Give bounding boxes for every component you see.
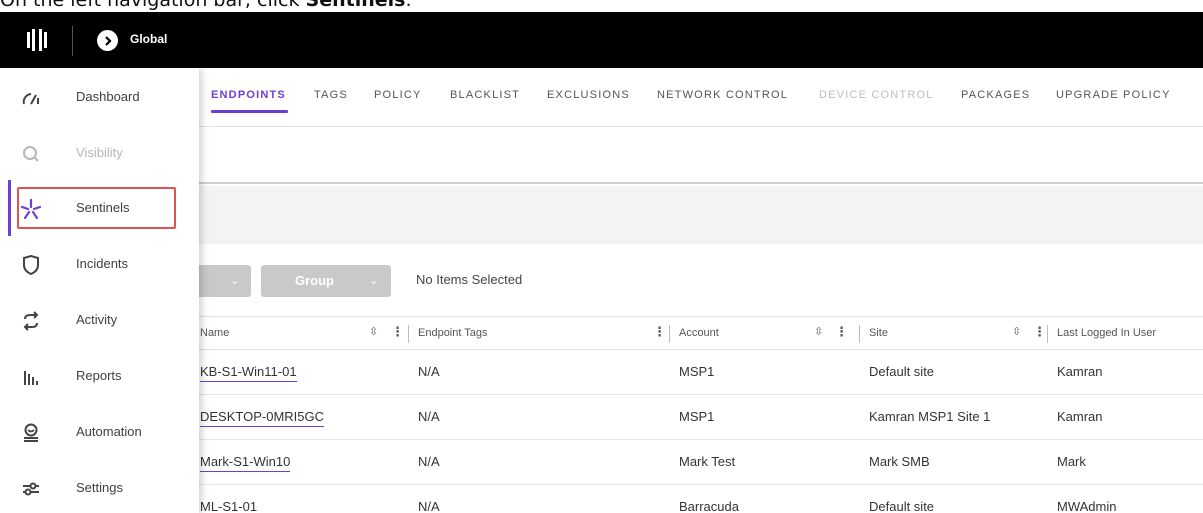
endpoint-tags-cell: N/A [418,409,440,424]
actions-dropdown[interactable]: ⌄ [199,265,251,297]
endpoint-name-link[interactable]: ML-S1-01 [200,499,257,513]
column-divider[interactable] [408,325,409,343]
endpoint-name-link[interactable]: DESKTOP-0MRI5GC [200,409,325,427]
sidebar-item-visibility[interactable]: Visibility [0,125,199,181]
sidebar-item-dashboard[interactable]: Dashboard [0,69,199,125]
tab-packages[interactable]: PACKAGES [961,89,1030,101]
column-header-last-logged-in-user[interactable]: Last Logged In User [1057,327,1156,339]
scope-label[interactable]: Global [130,32,167,46]
active-indicator [8,180,11,236]
group-label: Group [295,273,334,288]
column-menu-icon[interactable]: ⋮ [1033,324,1046,340]
account-cell: Mark Test [679,454,736,469]
sidebar-item-reports[interactable]: Reports [0,348,199,404]
magnifier-icon [20,143,42,165]
sliders-icon [20,478,42,500]
table-row[interactable]: Mark-S1-Win10 N/A Mark Test Mark SMB Mar… [199,440,1203,485]
tab-network-control[interactable]: NETWORK CONTROL [657,89,788,101]
callout-highlight-box [17,187,176,229]
table-row[interactable]: ML-S1-01 N/A Barracuda Default site MWAd… [199,485,1203,513]
sidebar-item-automation[interactable]: Automation [0,404,199,460]
column-menu-icon[interactable]: ⋮ [835,324,848,340]
active-tab-underline [211,110,288,113]
shield-icon [20,254,42,276]
top-bar: Global [0,12,1203,68]
endpoint-name-link[interactable]: KB-S1-Win11-01 [200,364,297,382]
sidebar-item-label: Automation [76,424,142,439]
sidebar-item-settings[interactable]: Settings [0,460,199,513]
gauge-icon [20,87,42,109]
column-menu-icon[interactable]: ⋮ [391,324,404,340]
filter-area [199,127,1203,184]
tab-blacklist[interactable]: BLACKLIST [450,89,520,101]
tab-policy[interactable]: POLICY [374,89,422,101]
sentinels-tabs: ENDPOINTS TAGS POLICY BLACKLIST EXCLUSIO… [199,68,1203,127]
endpoint-tags-cell: N/A [418,499,440,513]
column-divider[interactable] [669,325,670,343]
account-cell: MSP1 [679,409,715,424]
left-navigation: Dashboard Visibility Sentinels Incidents [0,68,199,513]
sidebar-item-incidents[interactable]: Incidents [0,236,199,292]
topbar-divider [72,26,73,56]
site-cell: Default site [869,364,935,379]
bar-chart-icon [20,366,42,388]
last-user-cell: Kamran [1057,409,1103,424]
column-header-account[interactable]: Account [679,327,719,339]
sort-icon[interactable]: ⇳ [369,325,378,338]
sidebar-item-label: Activity [76,312,118,327]
last-user-cell: MWAdmin [1057,499,1117,513]
site-cell: Default site [869,499,935,513]
arrows-icon [20,310,42,332]
column-divider[interactable] [859,325,860,343]
sidebar-item-label: Reports [76,368,122,383]
chevron-down-icon: ⌄ [369,275,379,287]
tab-endpoints[interactable]: ENDPOINTS [211,89,286,101]
last-user-cell: Mark [1057,454,1086,469]
table-header: Name ⇳ ⋮ Endpoint Tags ⋮ Account ⇳ ⋮ Sit… [199,316,1203,350]
site-cell: Kamran MSP1 Site 1 [869,409,991,424]
endpoint-name-link[interactable]: Mark-S1-Win10 [200,454,291,472]
instruction-caption: On the left navigation bar, click Sentin… [0,0,1203,12]
site-cell: Mark SMB [869,454,930,469]
summary-band [199,186,1203,244]
sidebar-item-label: Dashboard [76,89,140,104]
account-cell: Barracuda [679,499,739,513]
endpoint-tags-cell: N/A [418,454,440,469]
sidebar-item-activity[interactable]: Activity [0,292,199,348]
account-cell: MSP1 [679,364,715,379]
chevron-right-icon [104,35,112,46]
tab-exclusions[interactable]: EXCLUSIONS [547,89,630,101]
scope-expand-button[interactable] [97,30,118,51]
sort-icon[interactable]: ⇳ [814,325,823,338]
sidebar-item-label: Visibility [76,145,123,160]
table-row[interactable]: KB-S1-Win11-01 N/A MSP1 Default site Kam… [199,350,1203,395]
group-dropdown[interactable]: Group ⌄ [261,265,391,297]
tab-upgrade-policy[interactable]: UPGRADE POLICY [1056,89,1171,101]
endpoint-tags-cell: N/A [418,364,440,379]
column-divider[interactable] [1047,325,1048,343]
sidebar-item-label: Settings [76,480,123,495]
column-header-name[interactable]: Name [200,327,229,339]
table-toolbar: ⌄ Group ⌄ No Items Selected [199,244,1203,316]
column-header-site[interactable]: Site [869,327,888,339]
automation-icon [20,422,42,444]
chevron-down-icon: ⌄ [230,275,240,287]
last-user-cell: Kamran [1057,364,1103,379]
selection-status: No Items Selected [416,272,523,287]
tab-device-control: DEVICE CONTROL [819,89,934,101]
sidebar-item-sentinels[interactable]: Sentinels [0,180,199,236]
column-menu-icon[interactable]: ⋮ [653,324,666,340]
endpoints-table: Name ⇳ ⋮ Endpoint Tags ⋮ Account ⇳ ⋮ Sit… [199,316,1203,513]
sentinelone-logo[interactable] [26,28,48,52]
instruction-text: On the left navigation bar, click Sentin… [0,0,412,11]
sort-icon[interactable]: ⇳ [1012,325,1021,338]
sidebar-item-label: Incidents [76,256,129,271]
column-header-endpoint-tags[interactable]: Endpoint Tags [418,327,488,339]
table-row[interactable]: DESKTOP-0MRI5GC N/A MSP1 Kamran MSP1 Sit… [199,395,1203,440]
tab-tags[interactable]: TAGS [314,89,348,101]
